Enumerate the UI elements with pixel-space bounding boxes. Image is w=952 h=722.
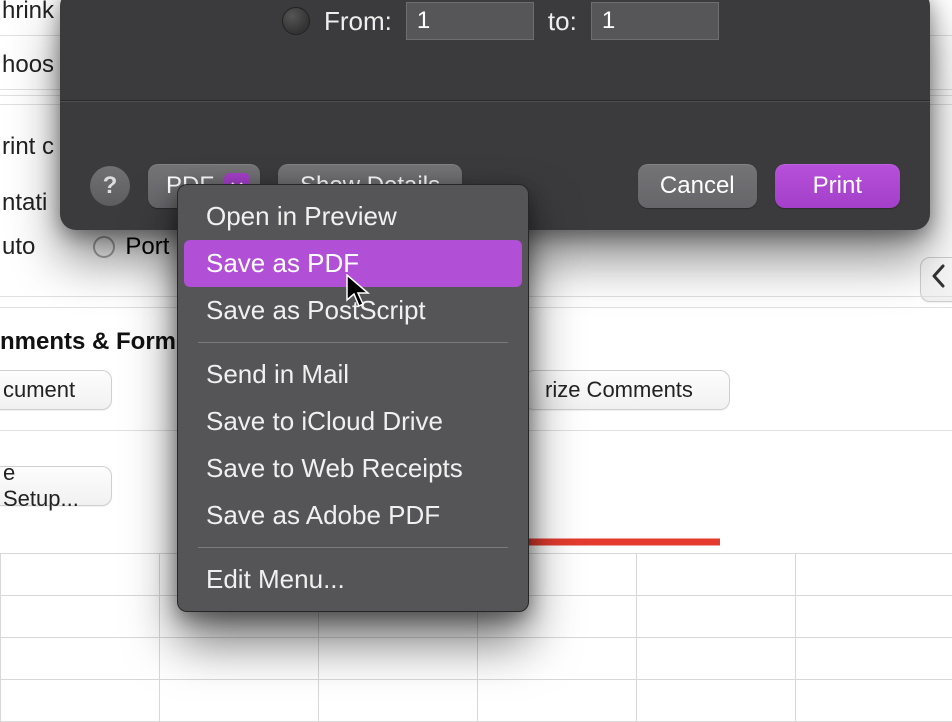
range-from-label: From: — [324, 6, 392, 37]
menu-save-as-postscript[interactable]: Save as PostScript — [184, 287, 522, 334]
document-select[interactable]: cument — [0, 370, 112, 410]
cancel-button[interactable]: Cancel — [638, 164, 757, 208]
print-label: Print — [813, 172, 862, 200]
pdf-popup-menu: Open in Preview Save as PDF Save as Post… — [177, 184, 529, 612]
menu-separator-1 — [198, 342, 508, 343]
opt-auto-label: uto — [0, 233, 35, 261]
opt-shrink-label: hrink — [0, 0, 54, 25]
document-select-label: cument — [3, 377, 75, 403]
help-icon: ? — [103, 172, 118, 200]
cancel-label: Cancel — [660, 172, 735, 200]
menu-send-in-mail[interactable]: Send in Mail — [184, 351, 522, 398]
opt-choose-label: hoos — [0, 51, 54, 79]
summarize-label: rize Comments — [545, 377, 693, 403]
help-button[interactable]: ? — [90, 166, 130, 206]
summarize-comments-button[interactable]: rize Comments — [524, 370, 730, 410]
range-from-input[interactable] — [406, 2, 534, 40]
range-to-label: to: — [548, 6, 577, 37]
print-button[interactable]: Print — [775, 164, 900, 208]
comments-forms-header: nments & Form — [0, 328, 176, 356]
page-range-row: From: to: — [60, 2, 930, 40]
opt-print-label: rint c — [0, 133, 54, 161]
range-from-radio[interactable] — [282, 7, 310, 35]
menu-save-to-icloud[interactable]: Save to iCloud Drive — [184, 398, 522, 445]
menu-save-to-web-receipts[interactable]: Save to Web Receipts — [184, 445, 522, 492]
menu-save-as-pdf[interactable]: Save as PDF — [184, 240, 522, 287]
opt-ntation-label: ntati — [0, 189, 47, 217]
menu-open-in-preview[interactable]: Open in Preview — [184, 193, 522, 240]
page-setup-label: e Setup... — [3, 460, 91, 512]
chevron-left-icon — [931, 264, 945, 288]
annotation-arrow-icon — [500, 530, 720, 561]
menu-edit-menu[interactable]: Edit Menu... — [184, 556, 522, 603]
menu-save-as-adobe-pdf[interactable]: Save as Adobe PDF — [184, 492, 522, 539]
page-setup-button[interactable]: e Setup... — [0, 466, 112, 506]
range-to-input[interactable] — [591, 2, 719, 40]
portrait-radio-wrap[interactable]: Port — [93, 233, 169, 261]
portrait-label: Port — [125, 233, 169, 261]
menu-separator-2 — [198, 547, 508, 548]
radio-icon — [93, 236, 115, 258]
